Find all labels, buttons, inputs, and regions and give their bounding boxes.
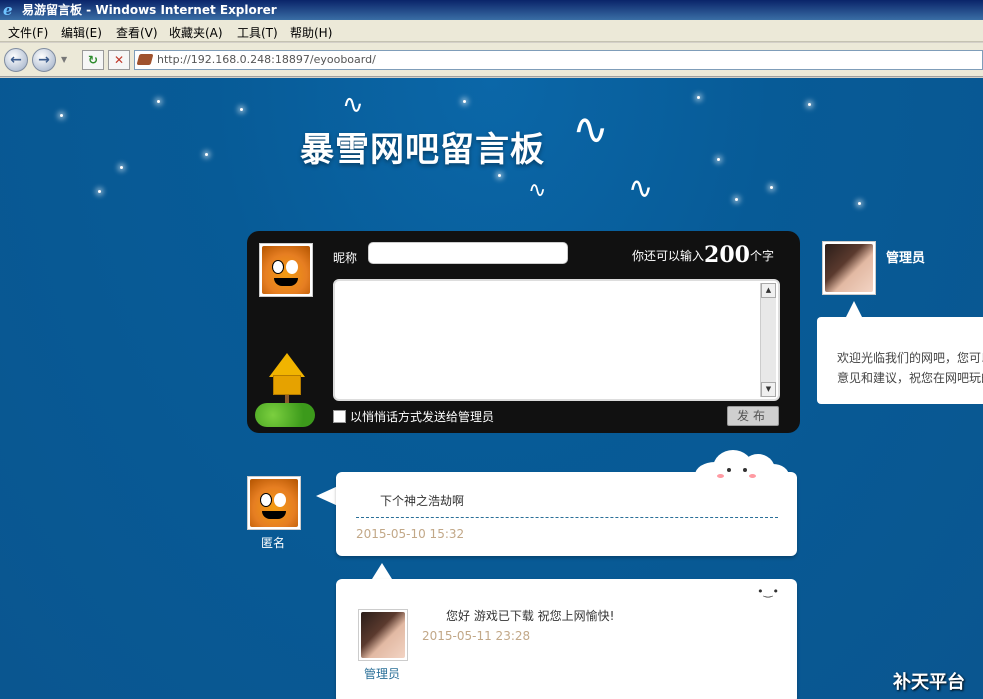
stop-button[interactable]: ✕ — [108, 50, 130, 70]
forward-button[interactable]: → — [32, 48, 56, 72]
admin-avatar — [822, 241, 876, 295]
remaining-count: 200 — [704, 242, 750, 268]
menu-help[interactable]: 帮助(H) — [290, 24, 332, 41]
star-decoration — [463, 100, 466, 103]
message-time: 2015-05-10 15:32 — [356, 527, 465, 541]
scroll-down-icon[interactable]: ▼ — [761, 382, 776, 397]
message-bubble-pointer — [316, 486, 338, 506]
admin-welcome-line1: 欢迎光临我们的网吧，您可以 — [837, 351, 983, 365]
private-option[interactable]: 以悄悄话方式发送给管理员 — [333, 408, 494, 425]
bird-decoration-icon: ∿ — [528, 178, 547, 203]
reply-text: 您好 游戏已下载 祝您上网愉快! — [446, 609, 615, 623]
forward-arrow-icon: → — [38, 52, 50, 68]
history-dropdown-icon[interactable]: ▼ — [61, 55, 67, 64]
star-decoration — [240, 108, 243, 111]
admin-avatar-icon — [361, 612, 405, 658]
admin-name: 管理员 — [886, 251, 926, 266]
star-decoration — [697, 96, 700, 99]
garfield-avatar-icon — [250, 479, 298, 527]
menu-tools[interactable]: 工具(T) — [237, 24, 278, 41]
scroll-up-icon[interactable]: ▲ — [761, 283, 776, 298]
message-divider — [356, 517, 778, 518]
reply-author-avatar — [358, 609, 408, 661]
address-input[interactable]: http://192.168.0.248:18897/eyooboard/ — [134, 50, 983, 70]
compose-avatar — [259, 243, 313, 297]
menu-bar: 文件(F) 编辑(E) 查看(V) 收藏夹(A) 工具(T) 帮助(H) — [0, 20, 983, 42]
nickname-input[interactable] — [368, 242, 568, 264]
remaining-prefix: 你还可以输入 — [632, 249, 705, 263]
star-decoration — [120, 166, 123, 169]
textarea-scrollbar[interactable]: ▲ ▼ — [760, 283, 776, 397]
private-label: 以悄悄话方式发送给管理员 — [350, 410, 495, 424]
star-decoration — [205, 153, 208, 156]
reply-bubble-pointer — [372, 563, 392, 579]
remaining-suffix: 个字 — [749, 249, 774, 263]
reply-time: 2015-05-11 23:28 — [422, 629, 531, 643]
refresh-icon: ↻ — [87, 53, 99, 67]
message-textarea[interactable]: ▲ ▼ — [333, 279, 780, 401]
back-arrow-icon: ← — [10, 52, 22, 68]
star-decoration — [770, 186, 773, 189]
star-decoration — [735, 198, 738, 201]
window-titlebar: e 易游留言板 - Windows Internet Explorer — [0, 0, 983, 20]
menu-view[interactable]: 查看(V) — [116, 24, 158, 41]
bird-decoration-icon: ∿ — [572, 104, 609, 155]
window-title: 易游留言板 - Windows Internet Explorer — [22, 3, 277, 17]
menu-edit[interactable]: 编辑(E) — [61, 24, 102, 41]
remaining-chars: 你还可以输入200个字 — [632, 242, 774, 268]
star-decoration — [808, 103, 811, 106]
reply-author-name: 管理员 — [364, 667, 401, 681]
birdhouse-decoration-icon — [255, 353, 315, 428]
message-author-avatar — [247, 476, 301, 530]
publish-button[interactable]: 发布 — [727, 406, 779, 426]
admin-welcome-box: 欢迎光临我们的网吧，您可以 意见和建议，祝您在网吧玩的 — [817, 317, 983, 404]
star-decoration — [858, 202, 861, 205]
message-text: 下个神之浩劫啊 — [380, 494, 465, 508]
site-title: 暴雪网吧留言板 — [300, 130, 545, 170]
star-decoration — [157, 100, 160, 103]
menu-favorites[interactable]: 收藏夹(A) — [169, 24, 223, 41]
garfield-avatar-icon — [262, 246, 310, 294]
menu-file[interactable]: 文件(F) — [8, 24, 48, 41]
bird-decoration-icon: ∿ — [342, 90, 364, 120]
private-checkbox[interactable] — [333, 410, 346, 423]
ie-logo-icon: e — [3, 1, 13, 19]
address-toolbar: ← → ▼ ↻ ✕ http://192.168.0.248:18897/eyo… — [0, 43, 983, 77]
bird-decoration-icon: ∿ — [628, 171, 654, 206]
cloud-face-icon — [695, 448, 790, 490]
admin-bubble-pointer — [846, 301, 862, 317]
admin-avatar-icon — [825, 244, 873, 292]
message-author-name: 匿名 — [261, 536, 286, 550]
smiley-face-icon: •‿• — [757, 585, 779, 598]
nickname-label: 昵称 — [333, 251, 358, 265]
star-decoration — [60, 114, 63, 117]
back-button[interactable]: ← — [4, 48, 28, 72]
reply-card: 您好 游戏已下载 祝您上网愉快! 2015-05-11 23:28 管理员 •‿… — [336, 579, 797, 699]
address-url: http://192.168.0.248:18897/eyooboard/ — [157, 53, 376, 66]
star-decoration — [717, 158, 720, 161]
star-decoration — [98, 190, 101, 193]
star-decoration — [498, 174, 501, 177]
refresh-button[interactable]: ↻ — [82, 50, 104, 70]
stop-icon: ✕ — [113, 53, 125, 67]
page-favicon-icon — [136, 54, 154, 65]
admin-welcome-line2: 意见和建议，祝您在网吧玩的 — [837, 371, 983, 385]
watermark-text: 补天平台 — [893, 672, 965, 693]
